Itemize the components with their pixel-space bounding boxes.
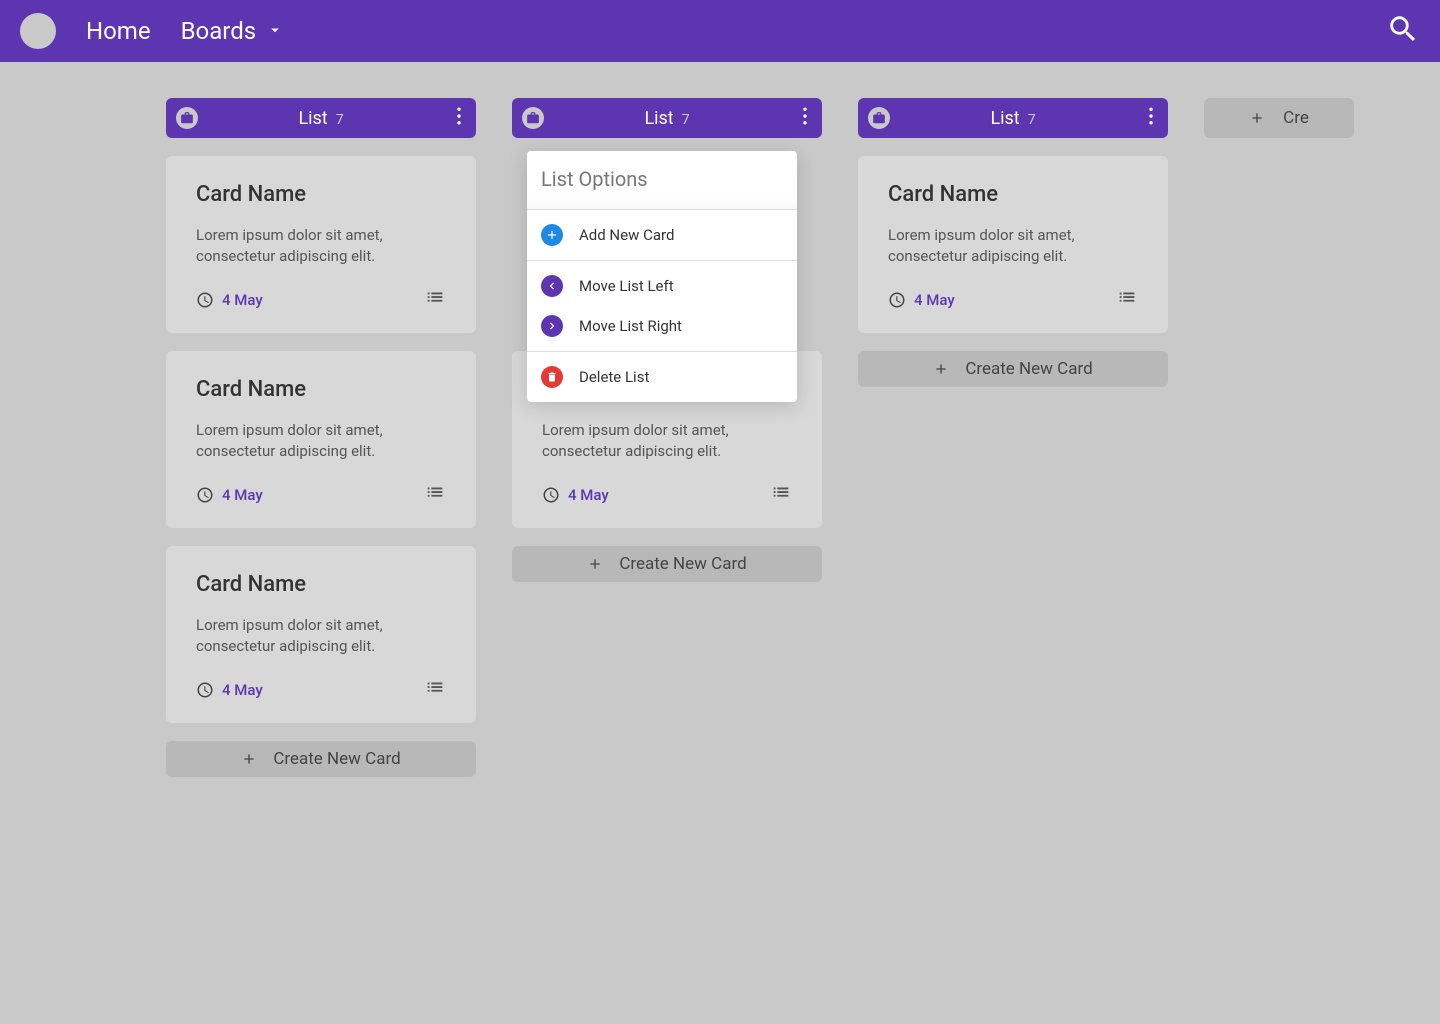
clock-icon	[196, 681, 214, 699]
briefcase-icon	[872, 111, 886, 125]
list-menu-button[interactable]	[1144, 103, 1158, 133]
card-desc: Lorem ipsum dolor sit amet, consectetur …	[196, 225, 446, 267]
card-title: Card Name	[196, 182, 446, 207]
card-footer: 4 May	[542, 482, 792, 508]
list: List 7 Card Name Lorem ipsum dolor sit a…	[858, 98, 1168, 387]
card-desc: Lorem ipsum dolor sit amet, consectetur …	[196, 420, 446, 462]
create-card-button[interactable]: Create New Card	[858, 351, 1168, 387]
popover-section: Move List Left Move List Right	[527, 261, 797, 352]
card-title: Card Name	[196, 377, 446, 402]
popover-delete-list-label: Delete List	[579, 368, 649, 386]
list-icon[interactable]	[770, 482, 792, 508]
create-card-label: Create New Card	[619, 554, 746, 574]
list: List 7 Card Name Lorem ipsum dolor sit a…	[166, 98, 476, 777]
nav-home-label: Home	[86, 17, 151, 45]
create-card-label: Create New Card	[965, 359, 1092, 379]
plus-icon	[933, 361, 949, 377]
board: List 7 Card Name Lorem ipsum dolor sit a…	[0, 62, 1440, 777]
list-count: 7	[1028, 112, 1036, 128]
topbar: Home Boards	[0, 0, 1440, 62]
card[interactable]: Card Name Lorem ipsum dolor sit amet, co…	[166, 546, 476, 723]
more-vertical-icon	[802, 107, 808, 125]
popover-section: Delete List	[527, 352, 797, 402]
list: List 7 List Options Add New Card	[512, 98, 822, 582]
card-title: Card Name	[196, 572, 446, 597]
create-list-button[interactable]: Cre	[1204, 98, 1354, 138]
clock-icon	[196, 486, 214, 504]
card-footer: 4 May	[196, 482, 446, 508]
card-desc: Lorem ipsum dolor sit amet, consectetur …	[196, 615, 446, 657]
list-title: List	[644, 108, 673, 129]
list-title-wrap: List 7	[298, 108, 343, 129]
clock-icon	[542, 486, 560, 504]
search-button[interactable]	[1386, 12, 1420, 50]
create-list-label: Cre	[1283, 108, 1309, 128]
card-footer: 4 May	[196, 677, 446, 703]
card[interactable]: Card Name Lorem ipsum dolor sit amet, co…	[166, 351, 476, 528]
list-title-wrap: List 7	[990, 108, 1035, 129]
list-menu-button[interactable]	[452, 103, 466, 133]
popover-move-left-label: Move List Left	[579, 277, 674, 295]
search-icon	[1386, 12, 1420, 46]
card-date: 4 May	[222, 681, 263, 699]
list-header: List 7	[512, 98, 822, 138]
briefcase-icon	[180, 111, 194, 125]
clock-icon	[888, 291, 906, 309]
nav-home[interactable]: Home	[86, 17, 151, 45]
card-date: 4 May	[222, 291, 263, 309]
card-footer: 4 May	[888, 287, 1138, 313]
list-title: List	[990, 108, 1019, 129]
plus-icon	[587, 556, 603, 572]
chevron-right-icon	[541, 315, 563, 337]
card-desc: Lorem ipsum dolor sit amet, consectetur …	[888, 225, 1138, 267]
popover-delete-list[interactable]: Delete List	[527, 352, 797, 402]
add-icon	[541, 224, 563, 246]
list-icon[interactable]	[424, 482, 446, 508]
popover-title: List Options	[527, 151, 797, 210]
list-avatar[interactable]	[176, 107, 198, 129]
list-menu-button[interactable]	[798, 103, 812, 133]
list-count: 7	[682, 112, 690, 128]
popover-move-right[interactable]: Move List Right	[527, 311, 797, 351]
list-avatar[interactable]	[868, 107, 890, 129]
card-title: Card Name	[888, 182, 1138, 207]
list-options-popover: List Options Add New Card Move List Left	[527, 151, 797, 402]
list-avatar[interactable]	[522, 107, 544, 129]
create-card-button[interactable]: Create New Card	[166, 741, 476, 777]
popover-section: Add New Card	[527, 210, 797, 261]
popover-add-card[interactable]: Add New Card	[527, 210, 797, 260]
list-icon[interactable]	[1116, 287, 1138, 313]
more-vertical-icon	[456, 107, 462, 125]
chevron-down-icon	[266, 17, 284, 45]
clock-icon	[196, 291, 214, 309]
card-footer: 4 May	[196, 287, 446, 313]
list-header: List 7	[858, 98, 1168, 138]
list-icon[interactable]	[424, 677, 446, 703]
popover-move-right-label: Move List Right	[579, 317, 682, 335]
create-card-label: Create New Card	[273, 749, 400, 769]
card-desc: Lorem ipsum dolor sit amet, consectetur …	[542, 420, 792, 462]
card-date: 4 May	[222, 486, 263, 504]
list-header: List 7	[166, 98, 476, 138]
popover-add-card-label: Add New Card	[579, 226, 674, 244]
list-title-wrap: List 7	[644, 108, 689, 129]
list-count: 7	[336, 112, 344, 128]
list-icon[interactable]	[424, 287, 446, 313]
more-vertical-icon	[1148, 107, 1154, 125]
plus-icon	[241, 751, 257, 767]
briefcase-icon	[526, 111, 540, 125]
popover-move-left[interactable]: Move List Left	[527, 261, 797, 311]
list-title: List	[298, 108, 327, 129]
logo-circle[interactable]	[20, 13, 56, 49]
create-card-button[interactable]: Create New Card	[512, 546, 822, 582]
plus-icon	[1249, 110, 1265, 126]
card[interactable]: Card Name Lorem ipsum dolor sit amet, co…	[166, 156, 476, 333]
trash-icon	[541, 366, 563, 388]
nav-boards[interactable]: Boards	[181, 17, 285, 45]
card[interactable]: Card Name Lorem ipsum dolor sit amet, co…	[858, 156, 1168, 333]
card-date: 4 May	[568, 486, 609, 504]
chevron-left-icon	[541, 275, 563, 297]
card-date: 4 May	[914, 291, 955, 309]
nav-boards-label: Boards	[181, 17, 257, 45]
